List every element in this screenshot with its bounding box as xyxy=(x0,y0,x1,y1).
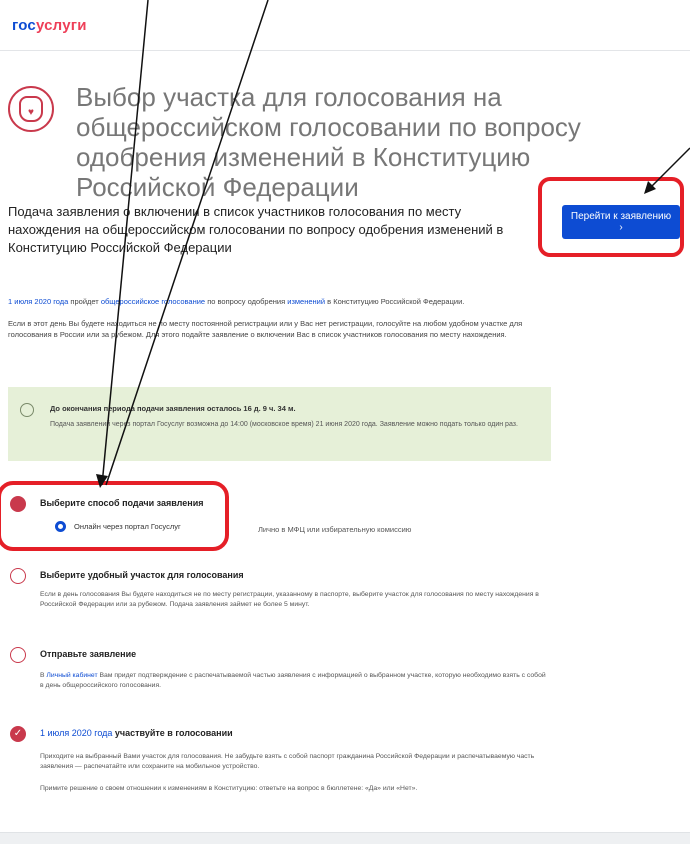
annotation-arrows xyxy=(96,0,690,488)
arrow-line-2 xyxy=(105,0,269,486)
arrow-line-1 xyxy=(101,0,149,486)
page: госуслуги ♥ Выбор участка для голосовани… xyxy=(0,0,690,844)
arrow-head-1 xyxy=(96,474,108,488)
arrow-line-3 xyxy=(647,147,690,191)
